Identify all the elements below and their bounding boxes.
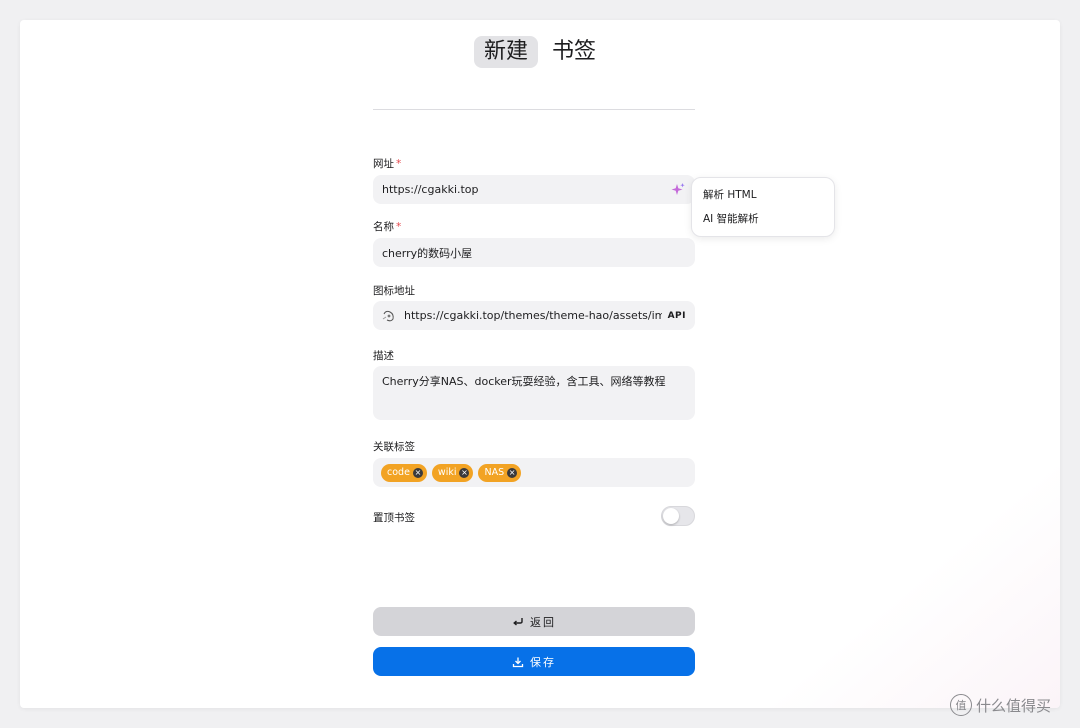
icon-url-value: https://cgakki.top/themes/theme-hao/asse…: [404, 309, 662, 322]
tag-chip[interactable]: code ×: [381, 463, 427, 482]
tag-chip[interactable]: wiki ×: [431, 463, 474, 482]
watermark: 值 什么值得买: [950, 694, 1051, 716]
site-favicon-icon: [380, 307, 398, 325]
name-value: cherry的数码小屋: [382, 246, 473, 260]
api-button[interactable]: API: [668, 311, 686, 321]
url-label: 网址 *: [373, 158, 402, 170]
remove-tag-icon[interactable]: ×: [507, 467, 518, 478]
tab-bookmarks[interactable]: 书签: [542, 36, 606, 68]
icon-url-label: 图标地址: [373, 285, 415, 297]
menu-item-parse-html[interactable]: 解析 HTML: [703, 186, 834, 210]
url-value: https://cgakki.top: [382, 183, 479, 196]
editor-card: 新建 书签 网址 * https://cgakki.top 名称 * cherry的…: [20, 20, 1060, 708]
tag-chip[interactable]: NAS ×: [478, 463, 522, 482]
watermark-text: 什么值得买: [976, 696, 1052, 715]
name-label: 名称 *: [373, 221, 402, 233]
remove-tag-icon[interactable]: ×: [459, 467, 470, 478]
name-input[interactable]: cherry的数码小屋: [373, 238, 695, 267]
back-button[interactable]: 返回: [373, 607, 695, 636]
tab-new[interactable]: 新建: [474, 36, 539, 68]
return-arrow-icon: [513, 617, 523, 626]
menu-item-ai-parse[interactable]: AI 智能解析: [703, 210, 834, 234]
header-divider: [373, 109, 695, 110]
pin-label: 置顶书签: [373, 512, 415, 524]
save-button[interactable]: 保存: [373, 647, 695, 676]
icon-url-input[interactable]: https://cgakki.top/themes/theme-hao/asse…: [373, 301, 695, 330]
mode-tabs: 新建 书签: [474, 36, 606, 68]
description-textarea[interactable]: Cherry分享NAS、docker玩耍经验，含工具、网络等教程: [373, 366, 695, 420]
remove-tag-icon[interactable]: ×: [412, 467, 423, 478]
parse-menu: 解析 HTML AI 智能解析: [691, 177, 835, 237]
url-input[interactable]: https://cgakki.top: [373, 175, 695, 204]
description-value: Cherry分享NAS、docker玩耍经验，含工具、网络等教程: [382, 375, 666, 388]
sparkle-icon[interactable]: [670, 182, 686, 198]
description-label: 描述: [373, 350, 394, 362]
toggle-knob: [663, 508, 679, 524]
watermark-logo-icon: 值: [950, 694, 972, 716]
download-icon: [512, 657, 524, 667]
tags-label: 关联标签: [373, 441, 415, 453]
pin-toggle[interactable]: [661, 506, 695, 526]
tags-input[interactable]: code × wiki × NAS ×: [373, 458, 695, 487]
